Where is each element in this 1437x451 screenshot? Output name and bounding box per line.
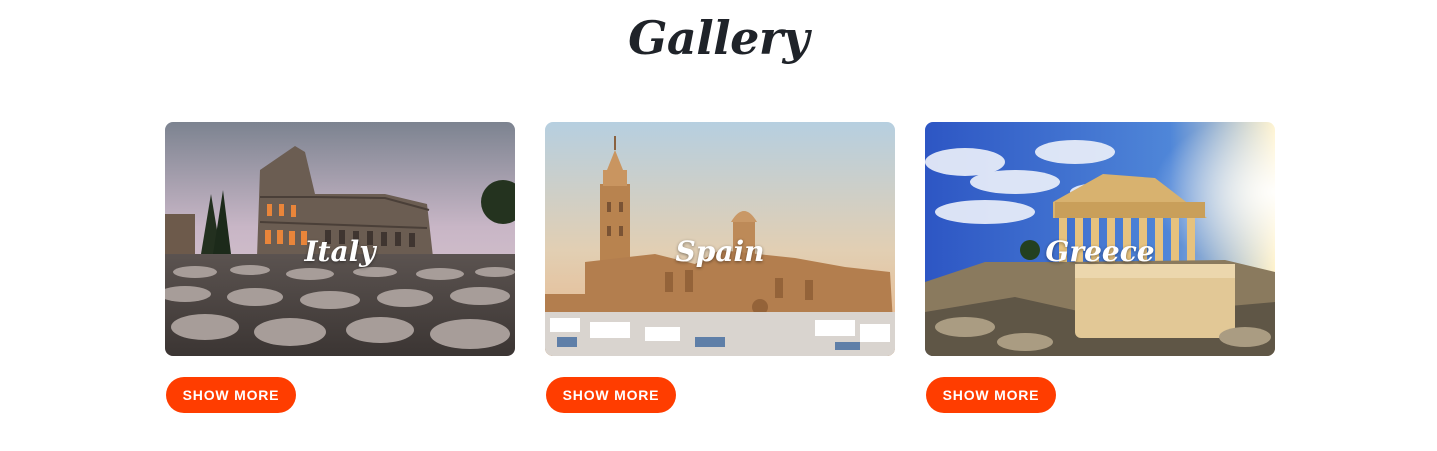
show-more-button-spain[interactable]: SHOW MORE bbox=[546, 377, 676, 413]
card-label: Spain bbox=[675, 235, 765, 268]
show-more-button-greece[interactable]: SHOW MORE bbox=[926, 377, 1056, 413]
gallery-card-spain: Spain SHOW MORE bbox=[545, 122, 895, 422]
gallery-grid: Italy SHOW MORE Spain SHOW MORE Greece S… bbox=[165, 122, 1275, 422]
show-more-button-italy[interactable]: SHOW MORE bbox=[166, 377, 296, 413]
card-label: Greece bbox=[1045, 235, 1155, 268]
gallery-card-greece: Greece SHOW MORE bbox=[925, 122, 1275, 422]
page-title: Gallery bbox=[628, 11, 809, 65]
card-label: Italy bbox=[304, 235, 376, 268]
gallery-card-italy: Italy SHOW MORE bbox=[165, 122, 515, 422]
